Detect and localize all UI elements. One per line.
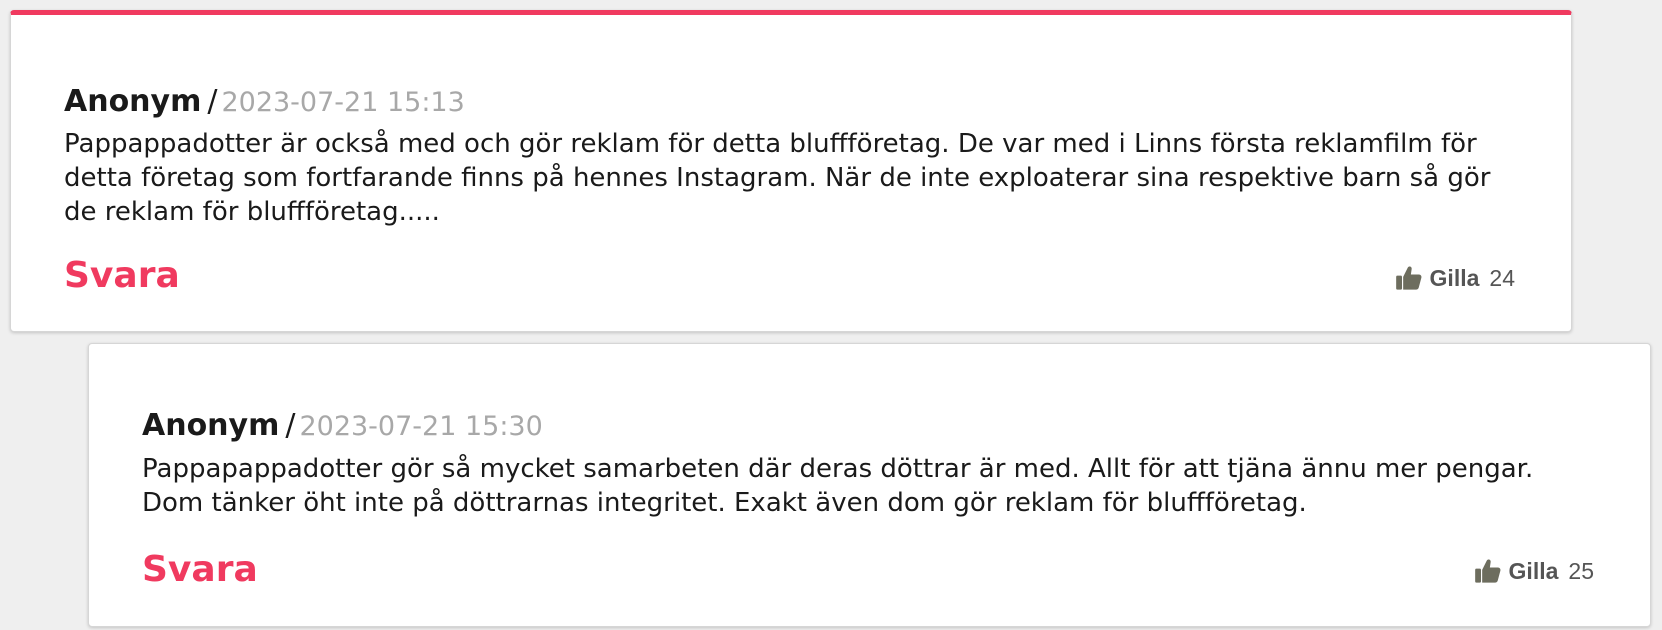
- thumbs-up-icon: [1395, 266, 1422, 290]
- like-label: Gilla: [1508, 557, 1559, 584]
- like-count: 24: [1489, 264, 1515, 291]
- reply-button[interactable]: Svara: [64, 258, 180, 294]
- like-button[interactable]: Gilla 25: [1474, 557, 1594, 585]
- comment-text: Pappappadotter är också med och gör rekl…: [64, 129, 1491, 227]
- comment-meta: Anonym/2023-07-21 15:30: [142, 411, 543, 441]
- comment-card-reply: Anonym/2023-07-21 15:30 Pappapappadotter…: [88, 343, 1651, 627]
- thumbs-up-icon: [1474, 559, 1501, 583]
- meta-separator: /: [285, 408, 296, 443]
- meta-separator: /: [207, 84, 218, 119]
- comment-card: Anonym/2023-07-21 15:13 Pappappadotter ä…: [10, 10, 1572, 332]
- reply-button[interactable]: Svara: [142, 552, 258, 588]
- comment-meta: Anonym/2023-07-21 15:13: [64, 87, 465, 117]
- comment-text: Pappapappadotter gör så mycket samarbete…: [142, 454, 1534, 518]
- like-count: 25: [1568, 557, 1594, 584]
- comment-author: Anonym: [64, 84, 202, 119]
- comment-timestamp: 2023-07-21 15:13: [221, 87, 465, 118]
- like-button[interactable]: Gilla 24: [1395, 264, 1515, 292]
- like-label: Gilla: [1429, 264, 1480, 291]
- comment-author: Anonym: [142, 408, 280, 443]
- comment-timestamp: 2023-07-21 15:30: [299, 411, 543, 442]
